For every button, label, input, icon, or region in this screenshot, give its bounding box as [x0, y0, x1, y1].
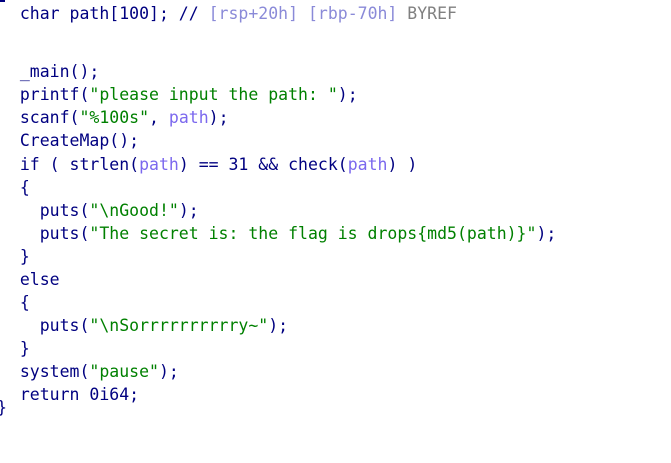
- code-line-brace[interactable]: }: [0, 396, 7, 419]
- code-line-declaration[interactable]: char path[100]; // [rsp+20h] [rbp-70h] B…: [0, 2, 457, 25]
- code-line-call[interactable]: system("pause");: [0, 360, 179, 383]
- code-token: scanf(: [0, 108, 80, 127]
- decompiled-code-view[interactable]: char path[100]; // [rsp+20h] [rbp-70h] B…: [0, 0, 671, 463]
- code-token: return 0i64;: [0, 385, 140, 404]
- code-line-call[interactable]: _main();: [0, 60, 99, 83]
- code-line-brace[interactable]: {: [0, 291, 30, 314]
- code-token: CreateMap();: [0, 131, 140, 150]
- code-token: );: [268, 316, 289, 335]
- string-literal: "pause": [89, 362, 159, 381]
- code-line-brace[interactable]: {: [0, 176, 30, 199]
- code-token: puts(: [0, 201, 90, 220]
- code-token: );: [536, 224, 557, 243]
- variable-reference[interactable]: path: [139, 155, 179, 174]
- code-token: }: [0, 339, 30, 358]
- code-line-brace[interactable]: }: [0, 245, 30, 268]
- code-token: ) == 31 && check(: [178, 155, 348, 174]
- string-literal: "The secret is: the flag is drops{md5(pa…: [89, 224, 537, 243]
- code-token: );: [208, 108, 229, 127]
- code-token: }: [0, 398, 7, 417]
- code-token: puts(: [0, 224, 90, 243]
- string-literal: "\nSorrrrrrrrrry~": [89, 316, 269, 335]
- code-token: _main();: [0, 62, 100, 81]
- string-literal: "please input the path: ": [89, 85, 338, 104]
- variable-reference[interactable]: path: [169, 108, 209, 127]
- code-token: ) ): [387, 155, 418, 174]
- code-line-call[interactable]: puts("The secret is: the flag is drops{m…: [0, 222, 557, 245]
- variable-reference[interactable]: path: [348, 155, 388, 174]
- code-token: puts(: [0, 316, 90, 335]
- string-literal: "\nGood!": [89, 201, 179, 220]
- code-line-return[interactable]: return 0i64;: [0, 383, 139, 406]
- code-line-brace[interactable]: }: [0, 337, 30, 360]
- code-token: }: [0, 247, 30, 266]
- code-token: );: [337, 85, 358, 104]
- code-line-condition[interactable]: if ( strlen(path) == 31 && check(path) ): [0, 153, 417, 176]
- code-token: {: [0, 178, 30, 197]
- stack-offset-comment: [rsp+20h] [rbp-70h]: [208, 4, 398, 23]
- string-literal: "%100s": [79, 108, 150, 127]
- code-line-keyword[interactable]: else: [0, 268, 60, 291]
- code-token: char path[100]; //: [0, 4, 209, 23]
- code-line-call[interactable]: scanf("%100s", path);: [0, 106, 229, 129]
- code-token: ,: [149, 108, 169, 127]
- code-line-call[interactable]: printf("please input the path: ");: [0, 83, 358, 106]
- comment-text: BYREF: [397, 4, 457, 23]
- code-line-call[interactable]: puts("\nGood!");: [0, 199, 199, 222]
- code-token: {: [0, 293, 30, 312]
- code-token: );: [158, 362, 179, 381]
- code-line-call[interactable]: puts("\nSorrrrrrrrrry~");: [0, 314, 288, 337]
- code-token: );: [178, 201, 199, 220]
- code-token: system(: [0, 362, 90, 381]
- code-token: if ( strlen(: [0, 155, 140, 174]
- code-token: printf(: [0, 85, 90, 104]
- code-line-call[interactable]: CreateMap();: [0, 129, 139, 152]
- code-token: else: [0, 270, 60, 289]
